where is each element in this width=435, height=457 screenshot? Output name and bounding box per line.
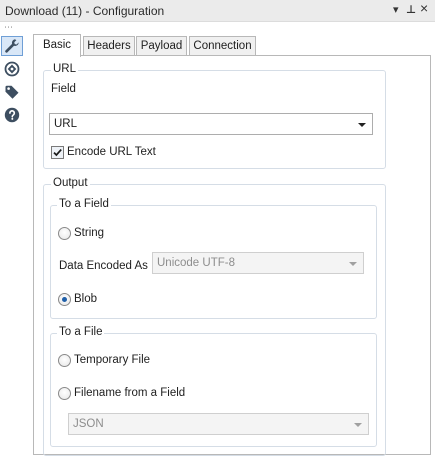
filename-field-select[interactable]: JSON bbox=[68, 413, 369, 435]
to-file-title: To a File bbox=[57, 326, 105, 338]
to-file-group: To a File Temporary File Filename from a… bbox=[50, 326, 377, 447]
string-label: String bbox=[74, 227, 105, 239]
title-bar: Download (11) - Configuration ▾ ⊥ × bbox=[0, 0, 435, 22]
to-field-title: To a Field bbox=[57, 198, 111, 210]
configuration-tool-button[interactable] bbox=[1, 36, 23, 56]
tab-connection[interactable]: Connection bbox=[189, 36, 256, 56]
url-field-select[interactable]: URL bbox=[49, 113, 373, 135]
close-icon[interactable]: × bbox=[420, 1, 428, 15]
data-encoded-label: Data Encoded As bbox=[59, 260, 148, 272]
encoding-value: Unicode UTF-8 bbox=[157, 257, 235, 269]
filename-from-field-label: Filename from a Field bbox=[74, 387, 186, 399]
encoding-select[interactable]: Unicode UTF-8 bbox=[152, 252, 364, 274]
string-radio[interactable] bbox=[58, 227, 71, 240]
connection-tool-button[interactable] bbox=[1, 59, 23, 79]
checkmark-icon bbox=[53, 149, 62, 157]
blob-label: Blob bbox=[74, 293, 98, 305]
filename-field-value: JSON bbox=[73, 418, 104, 430]
url-group: URL Field URL Encode URL Text bbox=[43, 63, 386, 169]
encode-url-checkbox[interactable] bbox=[51, 146, 64, 159]
basic-tab-panel: URL Field URL Encode URL Text Output To … bbox=[33, 55, 431, 456]
temporary-file-radio[interactable] bbox=[58, 354, 71, 367]
wrench-icon bbox=[5, 39, 19, 53]
output-group: Output To a Field String Data Encoded As… bbox=[43, 177, 386, 456]
annotation-tool-button[interactable] bbox=[1, 82, 23, 102]
to-field-group: To a Field String Data Encoded As Unicod… bbox=[50, 198, 377, 319]
blob-radio[interactable] bbox=[58, 293, 71, 306]
output-group-title: Output bbox=[51, 177, 90, 189]
tag-icon bbox=[5, 85, 19, 99]
filename-from-field-radio[interactable] bbox=[58, 387, 71, 400]
tab-headers[interactable]: Headers bbox=[83, 36, 135, 56]
chevron-down-icon bbox=[358, 123, 366, 127]
field-label: Field bbox=[51, 83, 76, 95]
encode-url-label: Encode URL Text bbox=[67, 146, 156, 158]
help-icon bbox=[4, 107, 20, 123]
tab-basic[interactable]: Basic bbox=[33, 34, 81, 57]
window-menu-dropdown-icon[interactable]: ▾ bbox=[393, 3, 399, 17]
connection-icon bbox=[4, 61, 20, 77]
window-title: Download (11) - Configuration bbox=[5, 4, 165, 18]
tab-payload[interactable]: Payload bbox=[136, 36, 187, 56]
chevron-down-icon bbox=[349, 262, 357, 266]
temporary-file-label: Temporary File bbox=[74, 354, 151, 366]
url-field-value: URL bbox=[54, 118, 78, 130]
chevron-down-icon bbox=[354, 423, 362, 427]
help-tool-button[interactable] bbox=[1, 105, 23, 125]
pin-icon[interactable]: ⊥ bbox=[406, 3, 416, 17]
url-group-title: URL bbox=[51, 63, 79, 75]
overflow-dots-icon[interactable]: ⋯ bbox=[4, 22, 14, 33]
